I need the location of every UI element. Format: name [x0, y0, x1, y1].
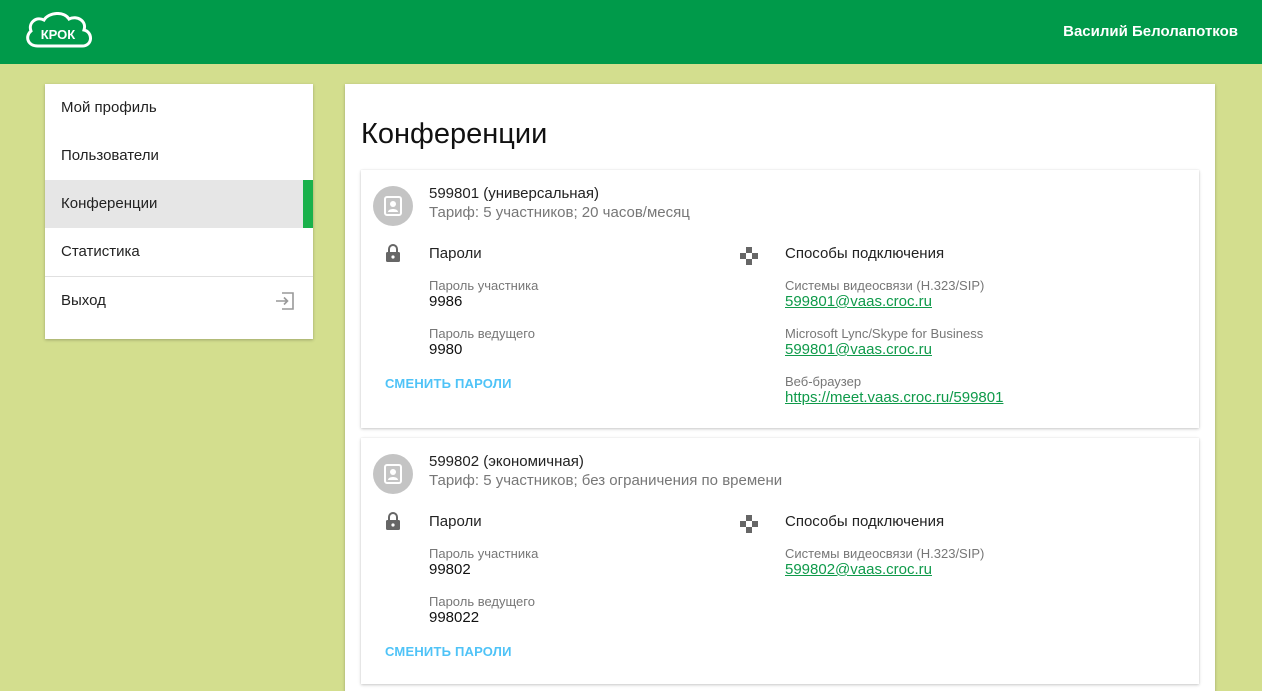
contact-card-icon	[384, 196, 402, 216]
conference-name: 599801 (универсальная)	[429, 185, 600, 202]
sidebar-item-logout[interactable]: Выход	[45, 276, 313, 324]
participant-password-value: 99802	[429, 561, 471, 578]
sidebar-item-conferences[interactable]: Конференции	[45, 180, 313, 228]
top-bar: КРОК Василий Белолапотков	[0, 0, 1262, 64]
connection-icon	[740, 247, 758, 265]
host-password-label: Пароль ведущего	[429, 594, 535, 609]
method-label: Веб-браузер	[785, 374, 862, 389]
sidebar-item-users[interactable]: Пользователи	[45, 132, 313, 180]
connection-methods-title: Способы подключения	[785, 513, 945, 530]
method-link[interactable]: 599802@vaas.croc.ru	[785, 561, 932, 578]
passwords-title: Пароли	[429, 513, 482, 530]
contact-card-icon	[384, 464, 402, 484]
croc-logo[interactable]: КРОК	[24, 12, 96, 52]
passwords-title: Пароли	[429, 245, 482, 262]
sidebar-item-label: Мой профиль	[61, 99, 157, 116]
method-link[interactable]: 599801@vaas.croc.ru	[785, 293, 932, 310]
sidebar-item-label: Конференции	[61, 195, 158, 212]
participant-password-value: 9986	[429, 293, 463, 310]
sidebar-item-label: Пользователи	[61, 147, 159, 164]
conference-tariff: Тариф: 5 участников; 20 часов/месяц	[429, 204, 690, 221]
conference-card: 599802 (экономичная) Тариф: 5 участников…	[361, 438, 1199, 684]
connection-methods-title: Способы подключения	[785, 245, 945, 262]
change-passwords-button[interactable]: СМЕНИТЬ ПАРОЛИ	[385, 376, 512, 391]
method-link[interactable]: 599801@vaas.croc.ru	[785, 341, 932, 358]
lock-icon	[386, 244, 400, 262]
method-label: Системы видеосвязи (H.323/SIP)	[785, 546, 985, 561]
conference-avatar	[373, 186, 413, 226]
host-password-label: Пароль ведущего	[429, 326, 535, 341]
conference-tariff: Тариф: 5 участников; без ограничения по …	[429, 472, 783, 489]
participant-password-label: Пароль участника	[429, 546, 539, 561]
sidebar-item-label: Статистика	[61, 243, 140, 260]
host-password-value: 9980	[429, 341, 463, 358]
conference-avatar	[373, 454, 413, 494]
svg-text:КРОК: КРОК	[41, 27, 76, 42]
sidebar-item-profile[interactable]: Мой профиль	[45, 84, 313, 132]
method-label: Системы видеосвязи (H.323/SIP)	[785, 278, 985, 293]
conference-card: 599801 (универсальная) Тариф: 5 участник…	[361, 170, 1199, 428]
user-name[interactable]: Василий Белолапотков	[1063, 23, 1238, 40]
lock-icon	[386, 512, 400, 530]
change-passwords-button[interactable]: СМЕНИТЬ ПАРОЛИ	[385, 644, 512, 659]
logout-icon	[276, 292, 294, 310]
sidebar-item-label: Выход	[61, 292, 106, 309]
method-label: Microsoft Lync/Skype for Business	[785, 326, 984, 341]
conference-name: 599802 (экономичная)	[429, 453, 584, 470]
participant-password-label: Пароль участника	[429, 278, 539, 293]
host-password-value: 998022	[429, 609, 480, 626]
method-link[interactable]: https://meet.vaas.croc.ru/599801	[785, 389, 1003, 406]
sidebar-nav: Мой профиль Пользователи Конференции Ста…	[45, 84, 313, 339]
page-title: Конференции	[361, 118, 548, 150]
sidebar-item-statistics[interactable]: Статистика	[45, 228, 313, 276]
main-panel: Конференции 599801 (универсальная) Тариф…	[345, 84, 1215, 691]
connection-icon	[740, 515, 758, 533]
